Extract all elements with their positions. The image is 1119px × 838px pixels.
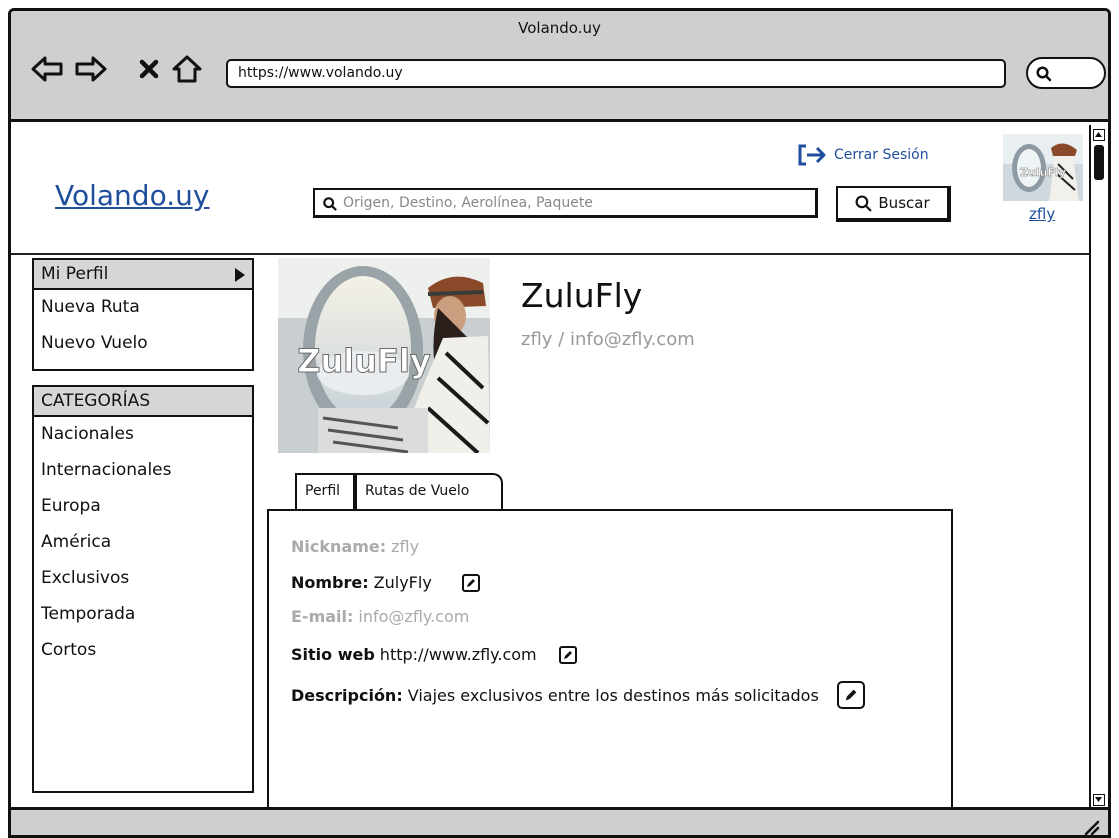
home-icon[interactable] [169, 51, 205, 87]
edit-description-button[interactable] [836, 681, 865, 709]
category-item[interactable]: Exclusivos [34, 561, 252, 597]
browser-search-field[interactable] [1026, 57, 1106, 89]
search-icon [323, 197, 337, 211]
username-link[interactable]: zfly [1029, 205, 1055, 223]
description-row: Descripción: Viajes exclusivos entre los… [291, 681, 865, 709]
avatar[interactable]: ZuluFly [1003, 134, 1083, 201]
profile-tab-panel: Nickname: zfly Nombre: ZulyFly E-mail: i… [267, 509, 953, 809]
close-icon[interactable] [131, 51, 167, 87]
avatar-text: ZuluFly [1020, 166, 1066, 179]
browser-window: Volando.uy https://www.volando.uy Voland… [8, 8, 1111, 838]
nickname-row: Nickname: zfly [291, 537, 419, 556]
search-button[interactable]: Buscar [836, 186, 951, 222]
profile-name: ZuluFly [521, 276, 643, 315]
logout-link[interactable]: Cerrar Sesión [796, 143, 929, 167]
browser-toolbar: Volando.uy https://www.volando.uy [11, 11, 1108, 122]
search-button-label: Buscar [878, 194, 930, 212]
category-item[interactable]: América [34, 525, 252, 561]
profile-subtitle: zfly / info@zfly.com [521, 329, 695, 350]
name-label: Nombre: [291, 573, 369, 592]
pencil-icon [845, 689, 857, 701]
description-label: Descripción: [291, 685, 403, 705]
nickname-label: Nickname: [291, 537, 387, 556]
web-value: http://www.zfly.com [379, 645, 537, 664]
chevron-right-icon [235, 268, 245, 282]
category-item[interactable]: Temporada [34, 597, 252, 633]
menu-title: Mi Perfil [41, 264, 109, 284]
nickname-value: zfly [391, 537, 420, 556]
menu-item-mi-perfil[interactable]: Mi Perfil [34, 260, 252, 290]
search-icon [855, 195, 873, 212]
edit-name-button[interactable] [461, 573, 480, 592]
categories-panel: CATEGORÍAS Nacionales Internacionales Eu… [32, 385, 254, 793]
search-input[interactable]: Origen, Destino, Aerolínea, Paquete [313, 188, 818, 218]
url-bar[interactable]: https://www.volando.uy [226, 59, 1006, 88]
window-title: Volando.uy [518, 19, 601, 37]
name-row: Nombre: ZulyFly [291, 573, 480, 592]
page-scrollbar[interactable] [1089, 125, 1108, 810]
status-bar [11, 807, 1108, 836]
web-label: Sitio web [291, 645, 375, 664]
search-icon [1036, 66, 1052, 82]
arrow-left-icon[interactable] [29, 51, 65, 87]
email-row: E-mail: info@zfly.com [291, 607, 469, 626]
logout-label: Cerrar Sesión [834, 147, 929, 163]
profile-photo: ZuluFly [278, 258, 490, 453]
email-value: info@zfly.com [358, 607, 470, 626]
menu-item-nueva-ruta[interactable]: Nueva Ruta [34, 290, 252, 326]
resize-grip-icon[interactable] [1080, 816, 1100, 836]
tab-perfil[interactable]: Perfil [295, 473, 355, 510]
pencil-icon [466, 578, 475, 587]
tab-rutas-de-vuelo[interactable]: Rutas de Vuelo [355, 473, 503, 510]
edit-web-button[interactable] [558, 645, 577, 664]
name-value: ZulyFly [373, 573, 432, 592]
site-logo[interactable]: Volando.uy [55, 179, 209, 212]
description-value: Viajes exclusivos entre los destinos más… [407, 685, 819, 705]
pencil-icon [563, 650, 572, 659]
scroll-up-button[interactable] [1093, 129, 1105, 141]
web-row: Sitio web http://www.zfly.com [291, 645, 577, 664]
scroll-down-button[interactable] [1093, 794, 1105, 806]
arrow-right-icon[interactable] [73, 51, 109, 87]
category-item[interactable]: Internacionales [34, 453, 252, 489]
logout-icon [798, 144, 826, 166]
category-item[interactable]: Europa [34, 489, 252, 525]
scroll-thumb[interactable] [1094, 145, 1104, 180]
category-item[interactable]: Cortos [34, 633, 252, 669]
email-label: E-mail: [291, 607, 354, 626]
search-placeholder: Origen, Destino, Aerolínea, Paquete [343, 195, 593, 211]
category-item[interactable]: Nacionales [34, 417, 252, 453]
menu-item-nuevo-vuelo[interactable]: Nuevo Vuelo [34, 326, 252, 362]
user-menu: Mi Perfil Nueva Ruta Nuevo Vuelo [32, 258, 254, 371]
photo-text: ZuluFly [297, 342, 431, 380]
site-header: Volando.uy Origen, Destino, Aerolínea, P… [11, 125, 1103, 255]
categories-title: CATEGORÍAS [34, 387, 252, 417]
